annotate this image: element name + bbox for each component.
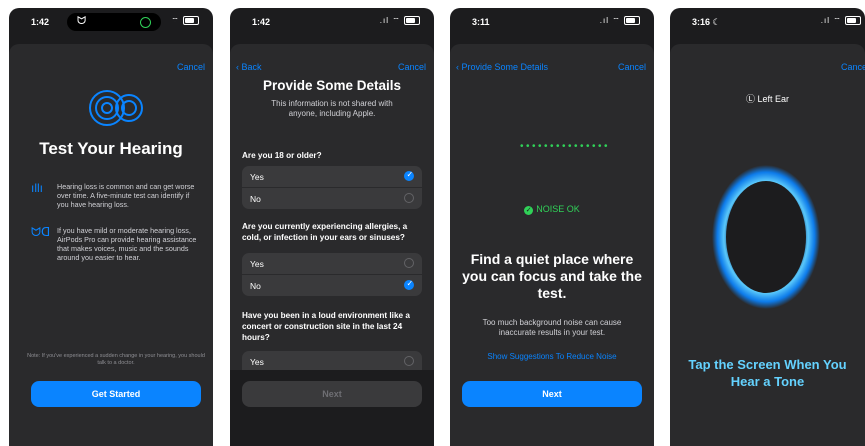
option-row[interactable]: No [242, 275, 422, 296]
back-button[interactable]: ‹ Provide Some Details [456, 62, 548, 72]
noise-status: ✓ NOISE OK [450, 204, 654, 215]
radio-empty-icon[interactable] [404, 258, 414, 268]
status-icons: .ıl ⌔ [600, 16, 640, 26]
page-heading: Find a quiet place where you can focus a… [462, 251, 642, 301]
chevron-left-icon: ‹ [236, 62, 239, 72]
option-row[interactable]: No [242, 188, 422, 209]
privacy-subtitle: This information is not shared with anyo… [271, 99, 393, 118]
next-button[interactable]: Next [462, 381, 642, 407]
wifi-icon: ⌔ [833, 16, 842, 25]
back-label: Back [241, 62, 262, 72]
radio-empty-icon[interactable] [404, 356, 414, 366]
noise-suggestions-link[interactable]: Show Suggestions To Reduce Noise [450, 352, 654, 361]
battery-icon [404, 16, 420, 26]
status-bar: 3:16 ☾ .ıl ⌔ [670, 8, 865, 36]
doctor-note: Note: If you've experienced a sudden cha… [27, 353, 205, 366]
airpods-icon: ᗢᗡ [31, 225, 51, 239]
left-ear-icon: Ⓛ [745, 94, 755, 104]
status-time: 3:11 [472, 17, 490, 27]
hearing-test-icon [89, 90, 143, 126]
status-bar: 1:42 ᗢ ⌔ [9, 8, 213, 36]
option-row[interactable]: Yes [242, 351, 422, 372]
status-time-value: 3:16 [692, 17, 711, 27]
option-row[interactable]: Yes [242, 166, 422, 187]
cancel-button[interactable]: Cancel [177, 62, 205, 72]
radio-selected-icon[interactable] [404, 170, 414, 181]
option-label: Yes [250, 259, 264, 269]
status-time: 1:42 [252, 17, 271, 27]
page-title: Test Your Hearing [39, 139, 183, 158]
option-label: Yes [250, 172, 264, 182]
info-text: If you have mild or moderate hearing los… [57, 226, 197, 262]
info-row: ᗢᗡ If you have mild or moderate hearing … [31, 226, 199, 276]
status-icons: .ıl ⌔ [380, 16, 420, 26]
tone-pulse-ring[interactable] [710, 163, 822, 311]
battery-icon [845, 16, 861, 26]
phone-screen-test-intro: 1:42 ᗢ ⌔ Cancel Test Your Hearing ıllı H… [9, 8, 213, 446]
back-button[interactable]: ‹ Back [236, 62, 262, 72]
battery-icon [183, 16, 199, 26]
option-row[interactable]: Yes [242, 253, 422, 274]
info-text: Hearing loss is common and can get worse… [57, 182, 195, 209]
wifi-icon: ⌔ [612, 16, 621, 25]
status-bar: 1:42 .ıl ⌔ [230, 8, 434, 36]
page-title: Provide Some Details [262, 78, 402, 93]
question-label: Have you been in a loud environment like… [242, 311, 410, 342]
status-bar: 3:11 .ıl ⌔ [450, 8, 654, 36]
noise-explanation: Too much background noise can cause inac… [482, 318, 622, 337]
phone-screen-details: 1:42 .ıl ⌔ ‹ Back Cancel Provide Some De… [230, 8, 434, 446]
radio-selected-icon[interactable] [404, 279, 414, 290]
signal-icon: .ıl [379, 16, 389, 25]
noise-meter: ••••••••••••••• [520, 141, 611, 152]
dynamic-island: ᗢ [67, 13, 161, 31]
cancel-button[interactable]: Cancel [398, 62, 426, 72]
waveform-icon: ıllı [31, 181, 43, 195]
battery-icon [624, 16, 640, 26]
wifi-icon: ⌔ [392, 16, 401, 25]
option-label: No [250, 281, 261, 291]
tap-instruction: Tap the Screen When You Hear a Tone [688, 357, 847, 389]
status-icons: .ıl ⌔ [821, 16, 861, 26]
signal-icon: .ıl [820, 16, 830, 25]
airpods-icon: ᗢ [77, 15, 87, 27]
radio-empty-icon[interactable] [404, 193, 414, 203]
phone-screen-noise-check: 3:11 .ıl ⌔ ‹ Provide Some Details Cancel… [450, 8, 654, 446]
question-label: Are you currently experiencing allergies… [242, 222, 408, 242]
cancel-button[interactable]: Cancel [618, 62, 646, 72]
status-time: 3:16 ☾ [692, 17, 721, 28]
ear-indicator: Ⓛ Left Ear [670, 92, 865, 105]
phone-screen-tone-test: 3:16 ☾ .ıl ⌔ Cancel Ⓛ Left Ear Tap the S… [670, 8, 865, 446]
get-started-button[interactable]: Get Started [31, 381, 201, 407]
status-icons: ⌔ [171, 16, 199, 26]
moon-icon: ☾ [712, 17, 721, 27]
wifi-icon: ⌔ [171, 16, 180, 25]
next-button[interactable]: Next [242, 381, 422, 407]
option-label: No [250, 194, 261, 204]
chevron-left-icon: ‹ [456, 62, 459, 72]
option-label: Yes [250, 357, 264, 367]
noise-status-label: NOISE OK [536, 204, 580, 214]
checkmark-icon: ✓ [524, 206, 534, 215]
ear-label: Left Ear [757, 94, 790, 104]
signal-icon: .ıl [599, 16, 609, 25]
back-label: Provide Some Details [461, 62, 549, 72]
activity-ring-icon [140, 17, 151, 28]
question-label: Are you 18 or older? [242, 151, 322, 160]
status-time: 1:42 [31, 17, 50, 27]
cancel-button[interactable]: Cancel [841, 62, 865, 72]
info-row: ıllı Hearing loss is common and can get … [31, 182, 199, 216]
